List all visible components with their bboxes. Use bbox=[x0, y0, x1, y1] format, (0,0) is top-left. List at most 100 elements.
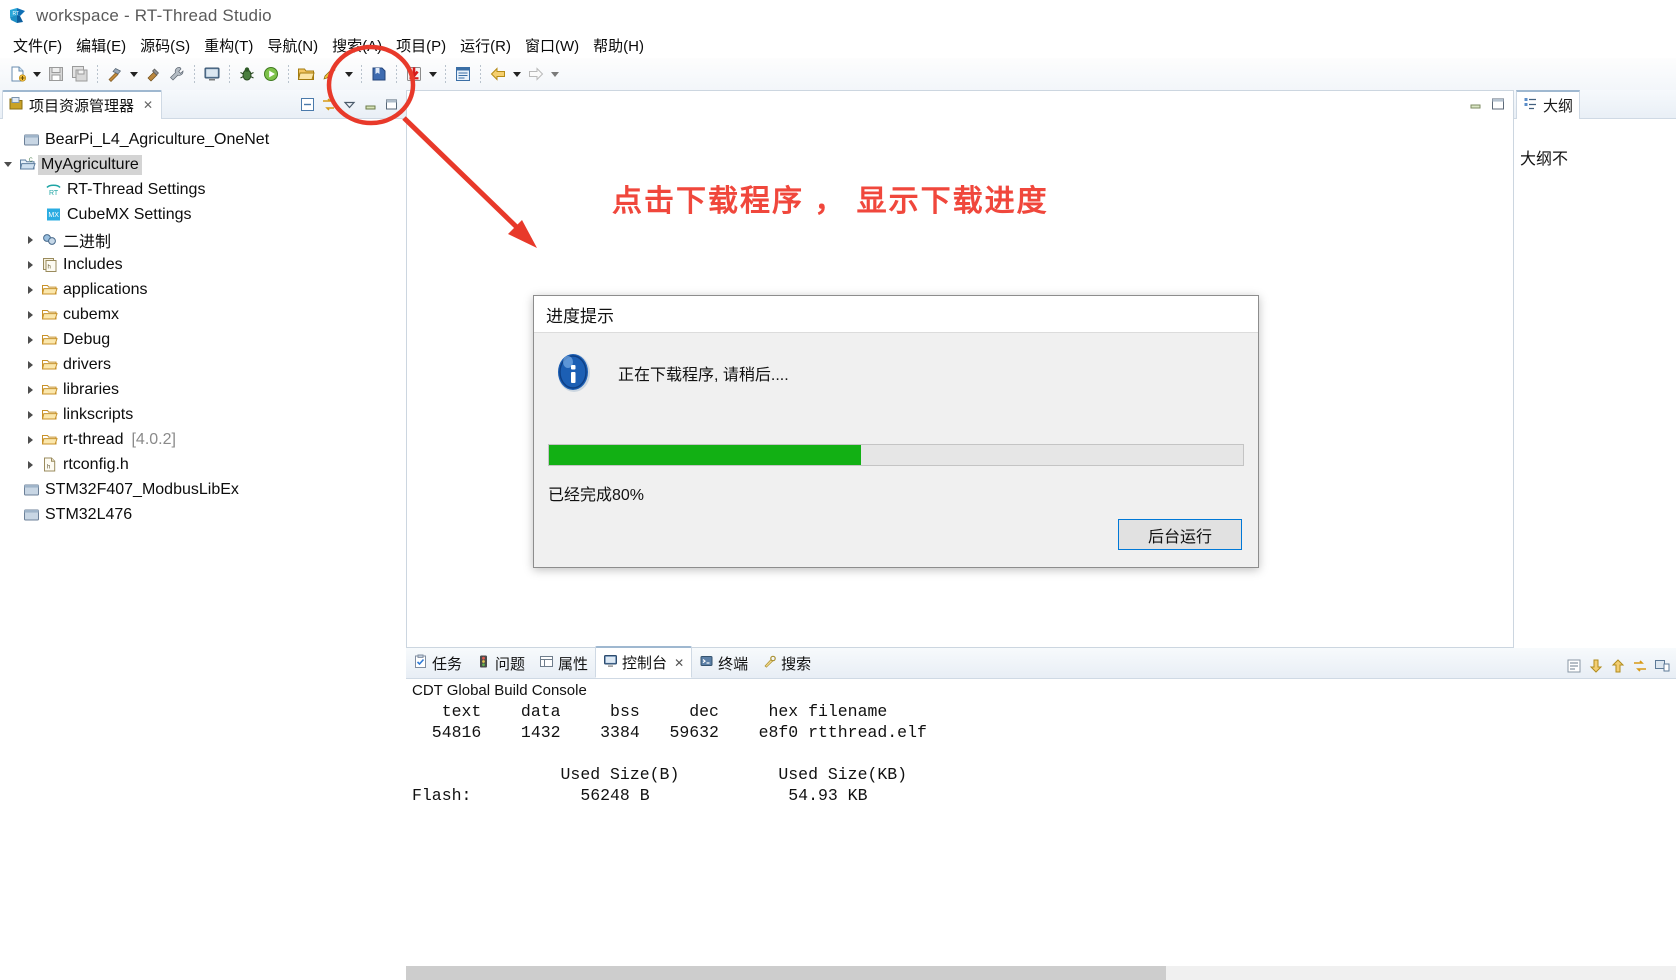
tab-search[interactable]: 搜索 bbox=[755, 649, 818, 678]
tree-row-linkscripts[interactable]: linkscripts bbox=[0, 402, 406, 427]
scrollbar-thumb[interactable] bbox=[406, 966, 1166, 980]
tree-row-debug[interactable]: Debug bbox=[0, 327, 406, 352]
dialog-message-row: 正在下载程序, 请稍后.... bbox=[534, 333, 1258, 395]
chevron-right-icon[interactable] bbox=[22, 452, 38, 477]
menu-run[interactable]: 运行(R) bbox=[453, 33, 518, 58]
run-in-background-button[interactable]: 后台运行 bbox=[1118, 519, 1242, 550]
menu-edit[interactable]: 编辑(E) bbox=[69, 33, 133, 58]
tree-label: BearPi_L4_Agriculture_OneNet bbox=[45, 130, 270, 148]
tree-label: cubemx bbox=[63, 305, 120, 323]
chevron-right-icon[interactable] bbox=[22, 427, 38, 452]
tree-row-libraries[interactable]: libraries bbox=[0, 377, 406, 402]
tree-row-rt-thread-settings[interactable]: RT RT-Thread Settings bbox=[0, 177, 406, 202]
chevron-right-icon[interactable] bbox=[22, 377, 38, 402]
chevron-right-icon[interactable] bbox=[22, 252, 38, 277]
tab-tasks[interactable]: 任务 bbox=[406, 649, 469, 678]
chevron-right-icon[interactable] bbox=[22, 227, 38, 252]
progress-dialog: 进度提示 正在下载程序, 请稍后.... 已经完成80% 后台运行 bbox=[533, 295, 1259, 568]
scroll-up-icon[interactable] bbox=[1609, 657, 1626, 674]
menu-window[interactable]: 窗口(W) bbox=[518, 33, 586, 58]
source-folder-icon bbox=[38, 277, 60, 302]
tab-project-explorer[interactable]: 项目资源管理器 ✕ bbox=[2, 89, 163, 119]
chevron-right-icon[interactable] bbox=[22, 327, 38, 352]
chevron-right-icon[interactable] bbox=[22, 302, 38, 327]
svg-text:RT: RT bbox=[13, 11, 20, 17]
display-console-icon[interactable] bbox=[1653, 657, 1670, 674]
save-all-icon bbox=[68, 62, 92, 86]
tab-problems[interactable]: 问题 bbox=[469, 649, 532, 678]
console-output[interactable]: text data bss dec hex filename 54816 143… bbox=[406, 701, 1676, 806]
maximize-icon[interactable] bbox=[1491, 97, 1505, 115]
terminal-icon[interactable] bbox=[200, 62, 224, 86]
tree-row-rtconfig-h[interactable]: h rtconfig.h bbox=[0, 452, 406, 477]
forward-arrow-icon bbox=[524, 62, 548, 86]
source-folder-icon bbox=[38, 377, 60, 402]
maximize-icon[interactable] bbox=[383, 96, 400, 113]
view-menu-icon[interactable] bbox=[341, 96, 358, 113]
tree-row-applications[interactable]: applications bbox=[0, 277, 406, 302]
pencil-icon[interactable] bbox=[318, 62, 342, 86]
collapse-all-icon[interactable] bbox=[299, 96, 316, 113]
debug-bug-icon[interactable] bbox=[235, 62, 259, 86]
menu-file[interactable]: 文件(F) bbox=[6, 33, 69, 58]
tree-row-bearpi[interactable]: BearPi_L4_Agriculture_OneNet bbox=[0, 127, 406, 152]
chevron-down-icon[interactable] bbox=[0, 152, 16, 177]
close-icon[interactable]: ✕ bbox=[674, 656, 684, 670]
download-flash-icon[interactable] bbox=[402, 62, 426, 86]
open-folder-icon[interactable] bbox=[294, 62, 318, 86]
menu-source[interactable]: 源码(S) bbox=[133, 33, 197, 58]
toolbar-separator bbox=[288, 65, 289, 83]
source-folder-icon bbox=[38, 402, 60, 427]
tab-console[interactable]: 控制台 ✕ bbox=[595, 646, 693, 678]
back-dropdown-caret-icon[interactable] bbox=[510, 62, 524, 86]
new-file-icon[interactable] bbox=[6, 62, 30, 86]
close-icon[interactable]: ✕ bbox=[143, 98, 153, 112]
tree-row-drivers[interactable]: drivers bbox=[0, 352, 406, 377]
minimize-icon[interactable] bbox=[1469, 97, 1483, 115]
progress-bar-fill bbox=[549, 445, 862, 465]
run-icon[interactable] bbox=[259, 62, 283, 86]
tree-row-cubemx-settings[interactable]: MX CubeMX Settings bbox=[0, 202, 406, 227]
word-wrap-icon[interactable] bbox=[1565, 657, 1582, 674]
new-file-dropdown-caret-icon[interactable] bbox=[30, 62, 44, 86]
tree-label: Debug bbox=[63, 330, 111, 348]
download-dropdown-caret-icon[interactable] bbox=[426, 62, 440, 86]
build-hammer-icon[interactable] bbox=[103, 62, 127, 86]
chevron-right-icon[interactable] bbox=[22, 352, 38, 377]
tab-outline[interactable]: 大纲 bbox=[1516, 89, 1581, 119]
wrench-icon[interactable] bbox=[165, 62, 189, 86]
chevron-right-icon[interactable] bbox=[22, 277, 38, 302]
clean-icon[interactable] bbox=[141, 62, 165, 86]
tree-row-rt-thread[interactable]: rt-thread [4.0.2] bbox=[0, 427, 406, 452]
tab-properties[interactable]: 属性 bbox=[532, 649, 595, 678]
closed-project-icon bbox=[20, 477, 42, 502]
tree-label: MyAgriculture bbox=[38, 154, 142, 175]
tree-row-binaries[interactable]: 二进制 bbox=[0, 227, 406, 252]
build-dropdown-caret-icon[interactable] bbox=[127, 62, 141, 86]
register-icon[interactable] bbox=[451, 62, 475, 86]
menu-search[interactable]: 搜索(A) bbox=[325, 33, 389, 58]
tree-row-stm32f407-modbuslibex[interactable]: STM32F407_ModbusLibEx bbox=[0, 477, 406, 502]
tree-row-includes[interactable]: h Includes bbox=[0, 252, 406, 277]
pencil-dropdown-caret-icon[interactable] bbox=[342, 62, 356, 86]
menu-refactor[interactable]: 重构(T) bbox=[197, 33, 260, 58]
project-tree[interactable]: BearPi_L4_Agriculture_OneNet C MyAgricul… bbox=[0, 119, 406, 897]
chevron-right-icon[interactable] bbox=[22, 402, 38, 427]
rt-thread-studio-window: RT workspace - RT-Thread Studio 文件(F) 编辑… bbox=[0, 0, 1676, 980]
menu-project[interactable]: 项目(P) bbox=[389, 33, 453, 58]
cubemx-icon: MX bbox=[42, 202, 64, 227]
tree-row-stm32l476[interactable]: STM32L476 bbox=[0, 502, 406, 527]
source-folder-icon bbox=[38, 302, 60, 327]
scroll-down-icon[interactable] bbox=[1587, 657, 1604, 674]
tree-row-cubemx[interactable]: cubemx bbox=[0, 302, 406, 327]
link-with-editor-icon[interactable] bbox=[320, 96, 337, 113]
tab-terminal[interactable]: 终端 bbox=[692, 649, 755, 678]
bookmark-icon[interactable] bbox=[367, 62, 391, 86]
menu-help[interactable]: 帮助(H) bbox=[586, 33, 651, 58]
tree-row-myagriculture[interactable]: C MyAgriculture bbox=[0, 152, 406, 177]
back-arrow-icon[interactable] bbox=[486, 62, 510, 86]
pin-console-icon[interactable] bbox=[1631, 657, 1648, 674]
minimize-icon[interactable] bbox=[362, 96, 379, 113]
horizontal-scrollbar[interactable] bbox=[406, 966, 1676, 980]
menu-navigate[interactable]: 导航(N) bbox=[260, 33, 325, 58]
